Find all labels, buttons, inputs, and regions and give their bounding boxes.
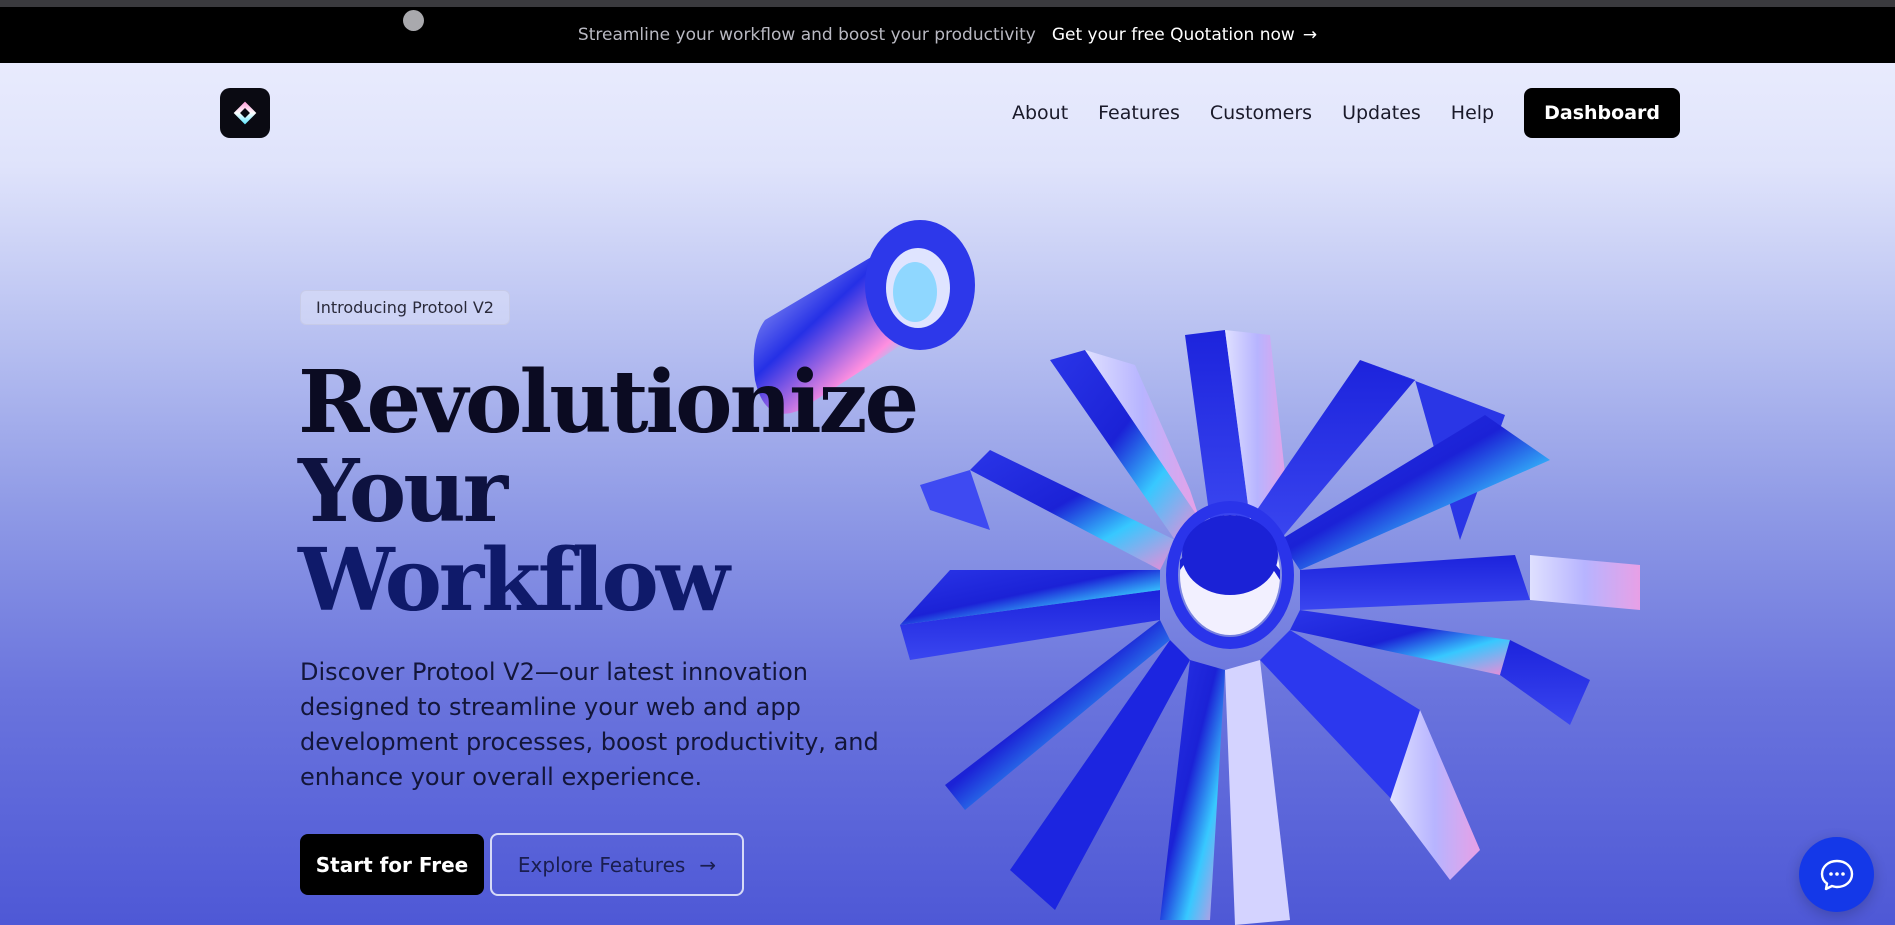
- hero-headline: Revolutionize Your Workflow: [298, 352, 919, 631]
- cursor-indicator: [403, 10, 424, 31]
- headline-line-3: Workflow: [298, 530, 730, 631]
- main-nav: About Features Customers Updates Help Da…: [220, 88, 1680, 138]
- quotation-link[interactable]: Get your free Quotation now →: [1052, 25, 1317, 45]
- start-free-button[interactable]: Start for Free: [300, 834, 484, 895]
- arrow-right-icon: →: [1302, 25, 1318, 45]
- hero-description: Discover Protool V2—our latest innovatio…: [300, 658, 879, 791]
- chat-button[interactable]: [1799, 837, 1874, 912]
- nav-link-help[interactable]: Help: [1451, 102, 1494, 124]
- headline-line-1: Revolutionize: [298, 352, 919, 453]
- dashboard-button[interactable]: Dashboard: [1524, 88, 1680, 138]
- headline-line-2: Your: [298, 441, 508, 542]
- chat-bubble-icon: [1820, 859, 1853, 890]
- announcement-bar: Streamline your workflow and boost your …: [0, 7, 1895, 63]
- nav-link-features[interactable]: Features: [1098, 102, 1180, 124]
- arrow-right-icon: →: [699, 852, 717, 877]
- explore-features-label: Explore Features: [517, 852, 686, 877]
- nav-link-customers[interactable]: Customers: [1210, 102, 1312, 124]
- announcement-message: Streamline your workflow and boost your …: [577, 25, 1036, 45]
- nav-link-about[interactable]: About: [1012, 102, 1068, 124]
- explore-features-button[interactable]: Explore Features →: [490, 833, 744, 896]
- nav-link-updates[interactable]: Updates: [1342, 102, 1421, 124]
- quotation-link-label: Get your free Quotation now: [1051, 25, 1295, 45]
- nav-links: About Features Customers Updates Help: [1012, 102, 1494, 124]
- intro-badge: Introducing Protool V2: [300, 290, 510, 325]
- browser-top-strip: [0, 0, 1895, 7]
- diamond-logo-icon[interactable]: [220, 88, 270, 138]
